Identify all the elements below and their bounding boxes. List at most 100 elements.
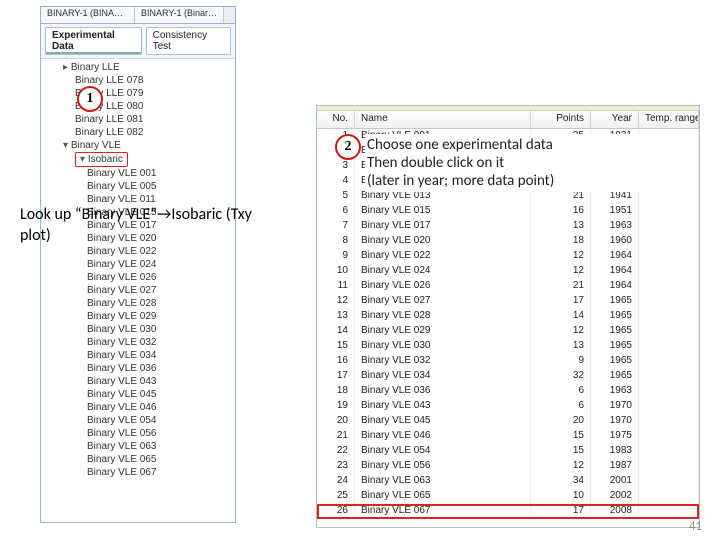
cell-trange xyxy=(639,219,699,234)
cell-points: 6 xyxy=(531,399,591,414)
cell-no: 21 xyxy=(317,429,355,444)
cell-trange xyxy=(639,384,699,399)
cell-points: 6 xyxy=(531,384,591,399)
cell-points: 34 xyxy=(531,474,591,489)
tree-item[interactable]: Binary VLE 005 xyxy=(87,180,235,193)
cell-trange xyxy=(639,249,699,264)
cell-points: 17 xyxy=(531,294,591,309)
tree-folder-binary-vle[interactable]: Binary VLE xyxy=(63,139,235,152)
cell-points: 20 xyxy=(531,414,591,429)
cell-year: 1983 xyxy=(591,444,639,459)
grid-header: No. Name Points Year Temp. ranges (K) xyxy=(317,111,699,129)
table-row[interactable]: 12Binary VLE 027171965 xyxy=(317,294,699,309)
table-row[interactable]: 19Binary VLE 04361970 xyxy=(317,399,699,414)
table-row[interactable]: 11Binary VLE 026211964 xyxy=(317,279,699,294)
callout-bubble-2: 2 xyxy=(335,134,361,160)
cell-year: 1963 xyxy=(591,219,639,234)
cell-trange xyxy=(639,459,699,474)
tree-item[interactable]: Binary VLE 027 xyxy=(87,284,235,297)
cell-trange xyxy=(639,294,699,309)
cell-points: 15 xyxy=(531,429,591,444)
tree-item[interactable]: Binary VLE 054 xyxy=(87,414,235,427)
tree-item[interactable]: Binary VLE 022 xyxy=(87,245,235,258)
cell-name: Binary VLE 028 xyxy=(355,309,531,324)
table-row[interactable]: 22Binary VLE 054151983 xyxy=(317,444,699,459)
table-row[interactable]: 17Binary VLE 034321965 xyxy=(317,369,699,384)
cell-name: Binary VLE 027 xyxy=(355,294,531,309)
tree-folder-binary-lle[interactable]: Binary LLE xyxy=(63,61,235,74)
tree-item[interactable]: Binary VLE 043 xyxy=(87,375,235,388)
table-row[interactable]: 6Binary VLE 015161951 xyxy=(317,204,699,219)
table-row[interactable]: 10Binary VLE 024121964 xyxy=(317,264,699,279)
col-header-year[interactable]: Year xyxy=(591,111,639,128)
tree-item[interactable]: Binary VLE 063 xyxy=(87,440,235,453)
cell-year: 1964 xyxy=(591,264,639,279)
document-tab-2[interactable]: BINARY-1 (Binar… xyxy=(135,7,224,23)
tree-item[interactable]: Binary VLE 045 xyxy=(87,388,235,401)
table-row[interactable]: 26Binary VLE 067172008 xyxy=(317,504,699,519)
slide-number: 41 xyxy=(689,519,702,534)
table-row[interactable]: 15Binary VLE 030131965 xyxy=(317,339,699,354)
tree-item[interactable]: Binary VLE 067 xyxy=(87,466,235,479)
cell-year: 2008 xyxy=(591,504,639,519)
cell-trange xyxy=(639,174,699,189)
col-header-points[interactable]: Points xyxy=(531,111,591,128)
tree-item[interactable]: Binary VLE 030 xyxy=(87,323,235,336)
table-row[interactable]: 7Binary VLE 017131963 xyxy=(317,219,699,234)
tab-experimental-data[interactable]: Experimental Data xyxy=(45,27,142,55)
cell-trange xyxy=(639,414,699,429)
tree-item[interactable]: Binary VLE 029 xyxy=(87,310,235,323)
tree-node-isobaric[interactable]: Isobaric xyxy=(75,152,128,167)
cell-year: 1965 xyxy=(591,354,639,369)
cell-year: 1965 xyxy=(591,369,639,384)
tree-item[interactable]: Binary LLE 082 xyxy=(75,126,235,139)
col-header-trange[interactable]: Temp. ranges (K) xyxy=(639,111,699,128)
cell-year: 1964 xyxy=(591,279,639,294)
tree-item[interactable]: Binary VLE 036 xyxy=(87,362,235,375)
tree-item[interactable]: Binary VLE 046 xyxy=(87,401,235,414)
cell-no: 8 xyxy=(317,234,355,249)
tree-item[interactable]: Binary VLE 024 xyxy=(87,258,235,271)
data-tree[interactable]: Binary LLE Binary LLE 078Binary LLE 079B… xyxy=(41,59,235,534)
table-row[interactable]: 18Binary VLE 03661963 xyxy=(317,384,699,399)
tab-consistency-test[interactable]: Consistency Test xyxy=(146,27,231,55)
cell-name: Binary VLE 065 xyxy=(355,489,531,504)
cell-year: 2002 xyxy=(591,489,639,504)
table-row[interactable]: 21Binary VLE 046151975 xyxy=(317,429,699,444)
table-row[interactable]: 9Binary VLE 022121964 xyxy=(317,249,699,264)
col-header-no[interactable]: No. xyxy=(317,111,355,128)
cell-no: 17 xyxy=(317,369,355,384)
table-row[interactable]: 16Binary VLE 03291965 xyxy=(317,354,699,369)
tree-item[interactable]: Binary VLE 056 xyxy=(87,427,235,440)
cell-trange xyxy=(639,324,699,339)
cell-trange xyxy=(639,264,699,279)
cell-name: Binary VLE 017 xyxy=(355,219,531,234)
cell-no: 9 xyxy=(317,249,355,264)
table-row[interactable]: 23Binary VLE 056121987 xyxy=(317,459,699,474)
cell-trange xyxy=(639,489,699,504)
tree-item[interactable]: Binary LLE 081 xyxy=(75,113,235,126)
tree-item[interactable]: Binary VLE 065 xyxy=(87,453,235,466)
cell-no: 19 xyxy=(317,399,355,414)
cell-name: Binary VLE 036 xyxy=(355,384,531,399)
cell-trange xyxy=(639,144,699,159)
document-tab-1[interactable]: BINARY-1 (BINARY) - Input× xyxy=(41,7,135,23)
cell-year: 1965 xyxy=(591,294,639,309)
tree-item[interactable]: Binary VLE 028 xyxy=(87,297,235,310)
table-row[interactable]: 25Binary VLE 065102002 xyxy=(317,489,699,504)
tree-item[interactable]: Binary VLE 032 xyxy=(87,336,235,349)
tree-item[interactable]: Binary VLE 026 xyxy=(87,271,235,284)
table-row[interactable]: 20Binary VLE 045201970 xyxy=(317,414,699,429)
cell-no: 24 xyxy=(317,474,355,489)
cell-name: Binary VLE 015 xyxy=(355,204,531,219)
tree-item[interactable]: Binary LLE 078 xyxy=(75,74,235,87)
tree-item[interactable]: Binary VLE 001 xyxy=(87,167,235,180)
col-header-name[interactable]: Name xyxy=(355,111,531,128)
table-row[interactable]: 8Binary VLE 020181960 xyxy=(317,234,699,249)
cell-no: 6 xyxy=(317,204,355,219)
table-row[interactable]: 14Binary VLE 029121965 xyxy=(317,324,699,339)
tree-item[interactable]: Binary VLE 034 xyxy=(87,349,235,362)
table-row[interactable]: 24Binary VLE 063342001 xyxy=(317,474,699,489)
cell-year: 1951 xyxy=(591,204,639,219)
table-row[interactable]: 13Binary VLE 028141965 xyxy=(317,309,699,324)
